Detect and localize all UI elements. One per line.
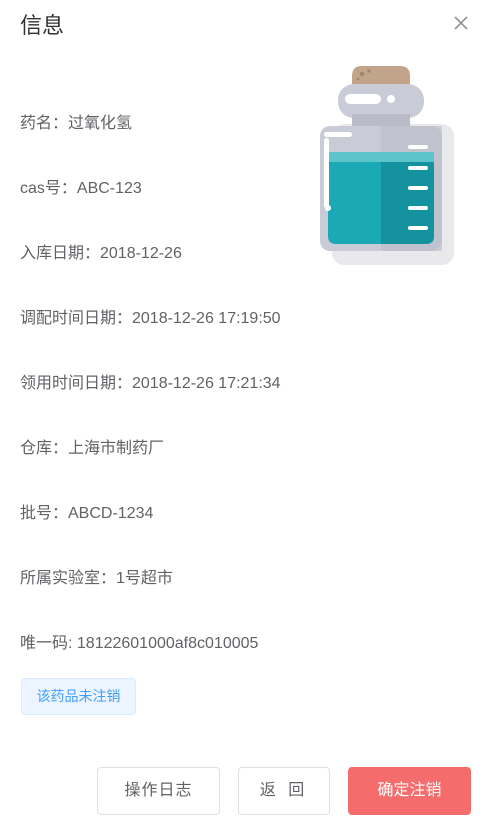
field-storage-date: 入库日期：2018-12-26 [20,245,182,262]
field-cas-number: cas号：ABC-123 [20,180,142,197]
field-unique-code: 唯一码: 18122601000af8c010005 [20,635,259,652]
field-drug-name: 药名：过氧化氢 [20,115,133,132]
chemical-bottle-illustration [314,64,459,269]
field-mix-datetime: 调配时间日期：2018-12-26 17:19:50 [20,310,281,327]
status-badge: 该药品未注销 [21,678,136,715]
close-icon[interactable] [450,12,472,34]
field-warehouse: 仓库：上海市制药厂 [20,440,165,457]
field-batch-number: 批号：ABCD-1234 [20,505,154,522]
field-laboratory: 所属实验室：1号超市 [20,570,173,587]
field-collect-datetime: 领用时间日期：2018-12-26 17:21:34 [20,375,281,392]
back-button[interactable]: 返 回 [238,767,330,815]
dialog-title: 信息 [20,13,65,38]
operation-log-button[interactable]: 操作日志 [97,767,220,815]
confirm-cancel-button[interactable]: 确定注销 [348,767,471,815]
info-dialog: 信息 药名：过氧化氢 cas号：ABC-123 入库日期：2018-12-26 … [0,0,497,829]
